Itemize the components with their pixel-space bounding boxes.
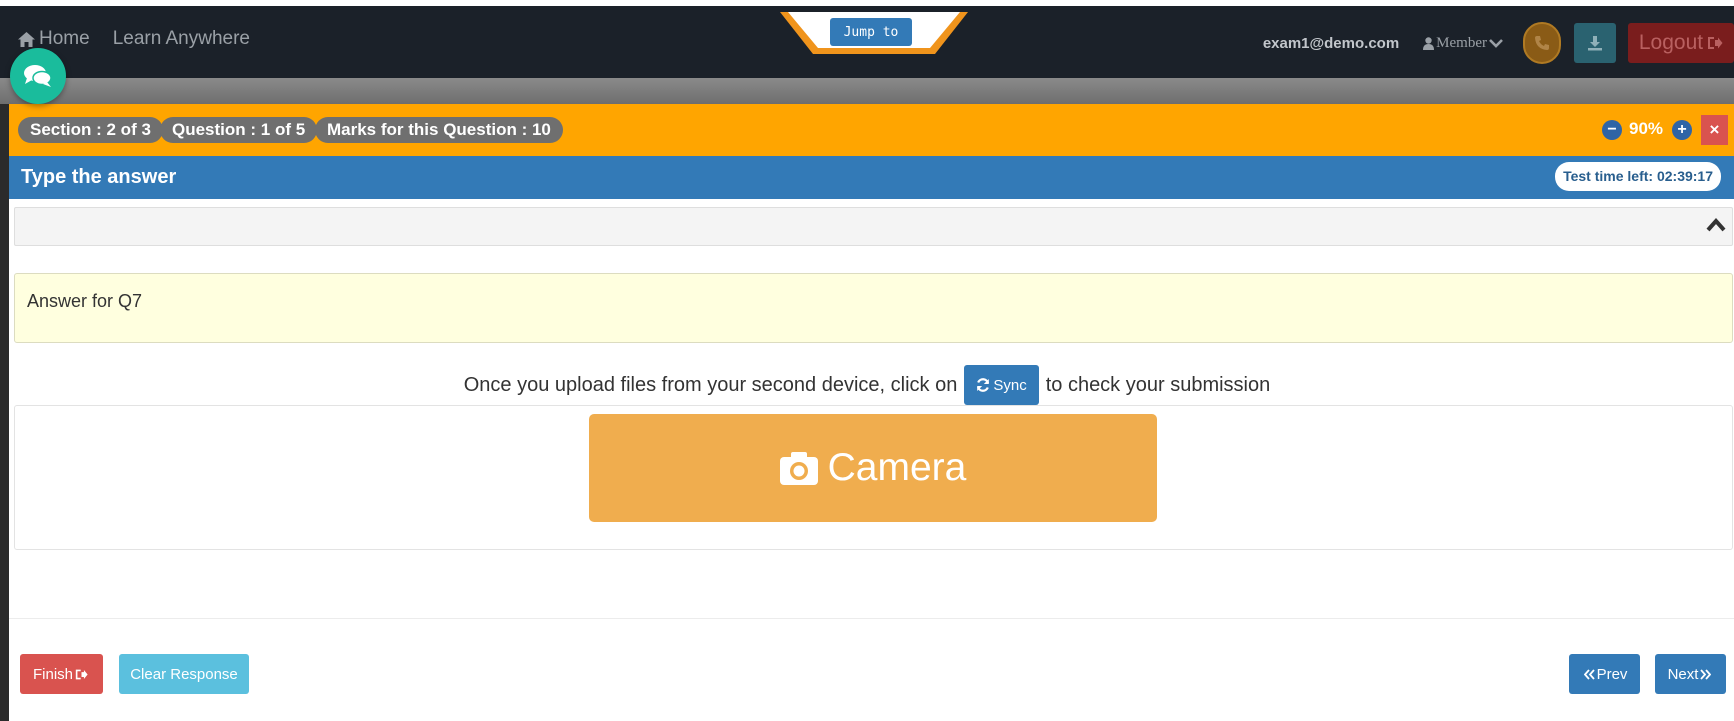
home-icon <box>18 31 35 47</box>
call-button[interactable] <box>1523 22 1561 64</box>
prev-label: Prev <box>1596 665 1628 683</box>
nav-left: Home Learn Anywhere <box>18 28 273 50</box>
double-chevron-right-icon <box>1700 668 1712 680</box>
section-badge: Section : 2 of 3 <box>18 117 163 143</box>
member-dropdown[interactable]: Member <box>1421 35 1505 52</box>
phone-icon <box>1535 36 1549 50</box>
sync-button[interactable]: Sync <box>964 365 1039 405</box>
zoom-in-button[interactable]: + <box>1672 120 1692 140</box>
nav-learn-anywhere-link[interactable]: Learn Anywhere <box>113 28 250 50</box>
sync-instruction: Once you upload files from your second d… <box>0 365 1734 405</box>
clear-label: Clear Response <box>130 665 238 683</box>
question-header: Type the answer Test time left: 02:39:17 <box>9 156 1734 199</box>
user-icon <box>1423 36 1435 50</box>
sign-out-icon <box>75 669 88 679</box>
sync-label: Sync <box>993 376 1027 394</box>
footer-divider <box>9 618 1734 619</box>
marks-badge: Marks for this Question : 10 <box>315 117 563 143</box>
question-badge: Question : 1 of 5 <box>160 117 318 143</box>
camera-label: Camera <box>827 446 967 489</box>
next-label: Next <box>1667 665 1699 683</box>
jump-to-button[interactable]: Jump to <box>830 18 912 46</box>
clear-response-button[interactable]: Clear Response <box>119 654 249 694</box>
answer-field[interactable]: Answer for Q7 <box>14 273 1733 343</box>
nav-home-label: Home <box>39 28 90 49</box>
jump-to-tab: Jump to <box>780 12 968 54</box>
next-button[interactable]: Next <box>1655 654 1726 694</box>
sync-suffix-text: to check your submission <box>1045 373 1271 396</box>
double-chevron-left-icon <box>1583 668 1595 680</box>
sign-out-icon <box>1708 37 1723 49</box>
download-button[interactable] <box>1574 23 1616 63</box>
finish-label: Finish <box>32 665 73 683</box>
upload-panel: Camera <box>14 405 1733 550</box>
camera-icon <box>779 452 818 485</box>
zoom-level: 90% <box>1629 119 1664 138</box>
camera-button[interactable]: Camera <box>589 414 1157 522</box>
prev-button[interactable]: Prev <box>1569 654 1640 694</box>
refresh-icon <box>977 378 990 392</box>
answer-text: Answer for Q7 <box>27 291 143 311</box>
zoom-out-button[interactable]: − <box>1602 120 1622 140</box>
user-email: exam1@demo.com <box>1262 34 1400 52</box>
chevron-down-icon <box>1489 39 1503 48</box>
exam-status-bar: Section : 2 of 3 Question : 1 of 5 Marks… <box>9 104 1734 156</box>
logout-button[interactable]: Logout <box>1628 23 1734 63</box>
exam-page: Home Learn Anywhere Jump to exam1@demo.c… <box>0 0 1734 721</box>
question-title: Type the answer <box>21 166 177 188</box>
nav-home-link[interactable]: Home <box>18 28 90 50</box>
chat-button[interactable] <box>10 48 66 104</box>
question-panel <box>14 207 1733 246</box>
download-icon <box>1588 36 1602 51</box>
nav-learn-label: Learn Anywhere <box>112 28 251 49</box>
close-button[interactable]: × <box>1701 115 1728 145</box>
logout-label: Logout <box>1638 31 1704 54</box>
nav-right: exam1@demo.com Member Logout <box>1263 20 1734 66</box>
sync-prefix-text: Once you upload files from your second d… <box>463 373 958 396</box>
finish-button[interactable]: Finish <box>20 654 103 694</box>
chat-icon <box>24 65 52 87</box>
navbar: Home Learn Anywhere Jump to exam1@demo.c… <box>0 6 1734 78</box>
left-edge <box>0 104 9 721</box>
member-label: Member <box>1436 34 1487 51</box>
chevron-up-icon[interactable] <box>1706 217 1726 237</box>
time-left-badge: Test time left: 02:39:17 <box>1555 162 1721 191</box>
gray-band <box>0 78 1734 104</box>
